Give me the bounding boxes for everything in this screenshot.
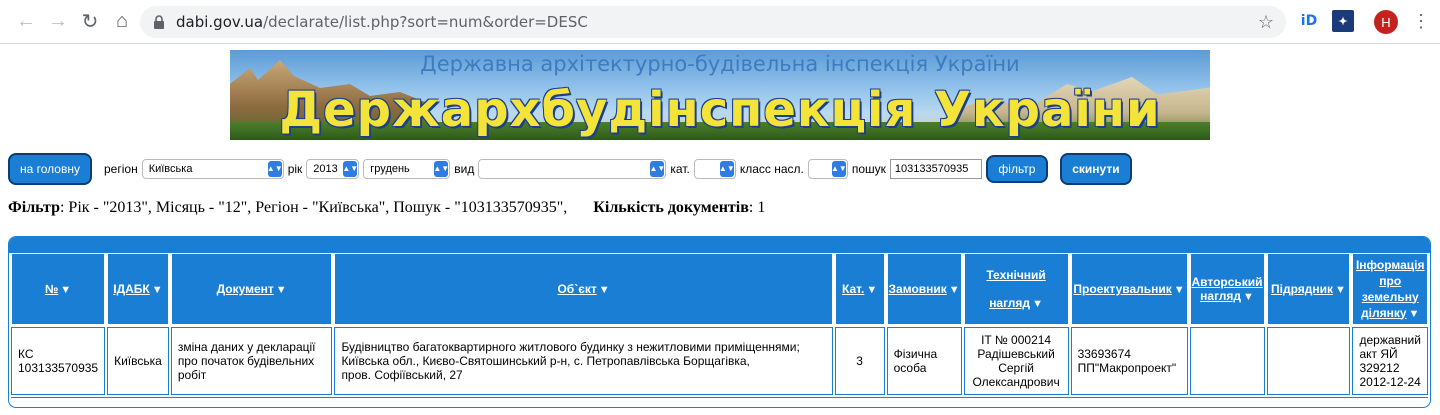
- select-arrows-icon: ▲▼: [719, 161, 735, 177]
- bookmark-star-icon[interactable]: ☆: [1258, 12, 1274, 33]
- year-select-value: 2013: [313, 163, 338, 175]
- sort-desc-icon: ▼: [1408, 307, 1420, 320]
- cell-designer: 33693674 ПП"Макропроект": [1070, 327, 1188, 395]
- select-arrows-icon: ▲▼: [649, 161, 665, 177]
- col-header-author-supervision[interactable]: Авторський нагляд ▼: [1189, 253, 1265, 325]
- sort-desc-icon: ▼: [1032, 298, 1043, 310]
- col-header-category[interactable]: Кат. ▼: [834, 253, 885, 325]
- url-text: dabi.gov.ua/declarate/list.php?sort=num&…: [176, 13, 588, 31]
- summary-count-label: Кількість документів: [593, 199, 749, 216]
- cell-land-info: державний акт ЯЙ 329212 2012-12-24: [1352, 327, 1428, 395]
- month-select-value: грудень: [370, 163, 410, 175]
- month-select[interactable]: грудень ▲▼: [363, 159, 451, 179]
- col-header-land-info[interactable]: Інформація про земельну ділянку ▼: [1352, 253, 1428, 325]
- sort-desc-icon: ▼: [866, 284, 878, 296]
- cell-tech-supervision: IT № 000214 Радішевський Сергій Олександров…: [963, 327, 1069, 395]
- col-header-designer[interactable]: Проектувальник ▼: [1070, 253, 1188, 325]
- cell-customer: Фізична особа: [886, 327, 962, 395]
- col-header-object[interactable]: Об`єкт ▼: [334, 253, 833, 325]
- profile-avatar[interactable]: H: [1374, 10, 1398, 34]
- banner-subtitle: Державна архітектурно-будівельна інспекц…: [420, 52, 1020, 76]
- search-label: пошук: [851, 162, 886, 176]
- category-label: кат.: [670, 162, 690, 176]
- col-header-idabk[interactable]: ІДАБК ▼: [107, 253, 169, 325]
- search-input[interactable]: 103133570935: [889, 159, 982, 179]
- cell-author-supervision: [1189, 327, 1265, 395]
- cell-category: 3: [834, 327, 885, 395]
- table-row: КС 103133570935 Київська зміна даних у де…: [11, 327, 1428, 395]
- class-label: класс насл.: [739, 162, 804, 176]
- col-header-customer[interactable]: Замовник ▼: [886, 253, 962, 325]
- select-arrows-icon: ▲▼: [433, 161, 449, 177]
- filter-bar: на головну регіон Київська ▲▼ рік 2013 ▲…: [8, 152, 1132, 186]
- menu-icon[interactable]: ⋮: [1412, 10, 1430, 32]
- extension-id-icon[interactable]: iD: [1298, 10, 1320, 32]
- browser-toolbar: ← → ↻ ⌂ dabi.gov.ua/declarate/list.php?s…: [0, 0, 1440, 44]
- col-header-document[interactable]: Документ ▼: [170, 253, 333, 325]
- banner-title: Держархбудінспекція України: [279, 82, 1161, 138]
- summary-filter-label: Фільтр: [8, 199, 60, 216]
- summary-count-text: : 1: [748, 199, 766, 216]
- region-select[interactable]: Київська ▲▼: [141, 159, 284, 179]
- home-button[interactable]: на головну: [8, 153, 92, 185]
- sort-desc-icon: ▼: [1243, 291, 1254, 303]
- declarations-table: № ▼ ІДАБК ▼ Документ ▼ Об`єкт ▼ Кат. ▼ Замовн…: [8, 236, 1431, 408]
- summary-filter-text: : Рік - "2013", Місяць - "12", Регіон - …: [59, 199, 568, 216]
- extension-icon[interactable]: ✦: [1332, 10, 1354, 32]
- sort-desc-icon: ▼: [598, 284, 610, 296]
- cell-contractor: [1266, 327, 1351, 395]
- sort-desc-icon: ▼: [151, 284, 163, 296]
- sort-desc-icon: ▼: [948, 284, 960, 296]
- cell-object: Будівництво багатоквартирного житлового …: [334, 327, 833, 395]
- year-label: рік: [287, 162, 303, 176]
- sort-desc-icon: ▼: [60, 284, 72, 296]
- year-select[interactable]: 2013 ▲▼: [306, 159, 360, 179]
- back-icon[interactable]: ←: [10, 6, 42, 38]
- cell-document: зміна даних у декларації про початок буді…: [170, 327, 333, 395]
- filter-button[interactable]: фільтр: [985, 155, 1048, 183]
- forward-icon[interactable]: →: [42, 6, 74, 38]
- col-header-tech-supervision[interactable]: Технічний нагляд ▼: [963, 253, 1069, 325]
- address-bar[interactable]: dabi.gov.ua/declarate/list.php?sort=num&…: [140, 6, 1286, 38]
- filter-summary: Фільтр: Рік - "2013", Місяць - "12", Рег…: [8, 199, 765, 217]
- class-select[interactable]: ▲▼: [807, 159, 848, 179]
- table-header-row: № ▼ ІДАБК ▼ Документ ▼ Об`єкт ▼ Кат. ▼ Замовн…: [11, 253, 1428, 325]
- col-header-num[interactable]: № ▼: [11, 253, 106, 325]
- home-icon[interactable]: ⌂: [106, 6, 138, 38]
- col-header-contractor[interactable]: Підрядник ▼: [1266, 253, 1351, 325]
- region-label: регіон: [104, 162, 138, 176]
- kind-select[interactable]: ▲▼: [478, 159, 667, 179]
- reload-icon[interactable]: ↻: [74, 6, 106, 38]
- sort-desc-icon: ▼: [1335, 284, 1346, 296]
- kind-label: вид: [454, 162, 475, 176]
- region-select-value: Київська: [148, 163, 193, 175]
- lock-icon: [154, 15, 164, 29]
- cell-num: КС 103133570935: [11, 327, 106, 395]
- select-arrows-icon: ▲▼: [342, 161, 358, 177]
- sort-desc-icon: ▼: [1173, 284, 1185, 296]
- select-arrows-icon: ▲▼: [831, 161, 847, 177]
- sort-desc-icon: ▼: [275, 284, 287, 296]
- select-arrows-icon: ▲▼: [267, 161, 283, 177]
- table-bottom-bar: [11, 397, 1428, 403]
- site-banner: Державна архітектурно-будівельна інспекц…: [230, 50, 1210, 140]
- cell-idabk: Київська: [107, 327, 169, 395]
- reset-button[interactable]: скинути: [1059, 153, 1132, 185]
- category-select[interactable]: ▲▼: [693, 159, 736, 179]
